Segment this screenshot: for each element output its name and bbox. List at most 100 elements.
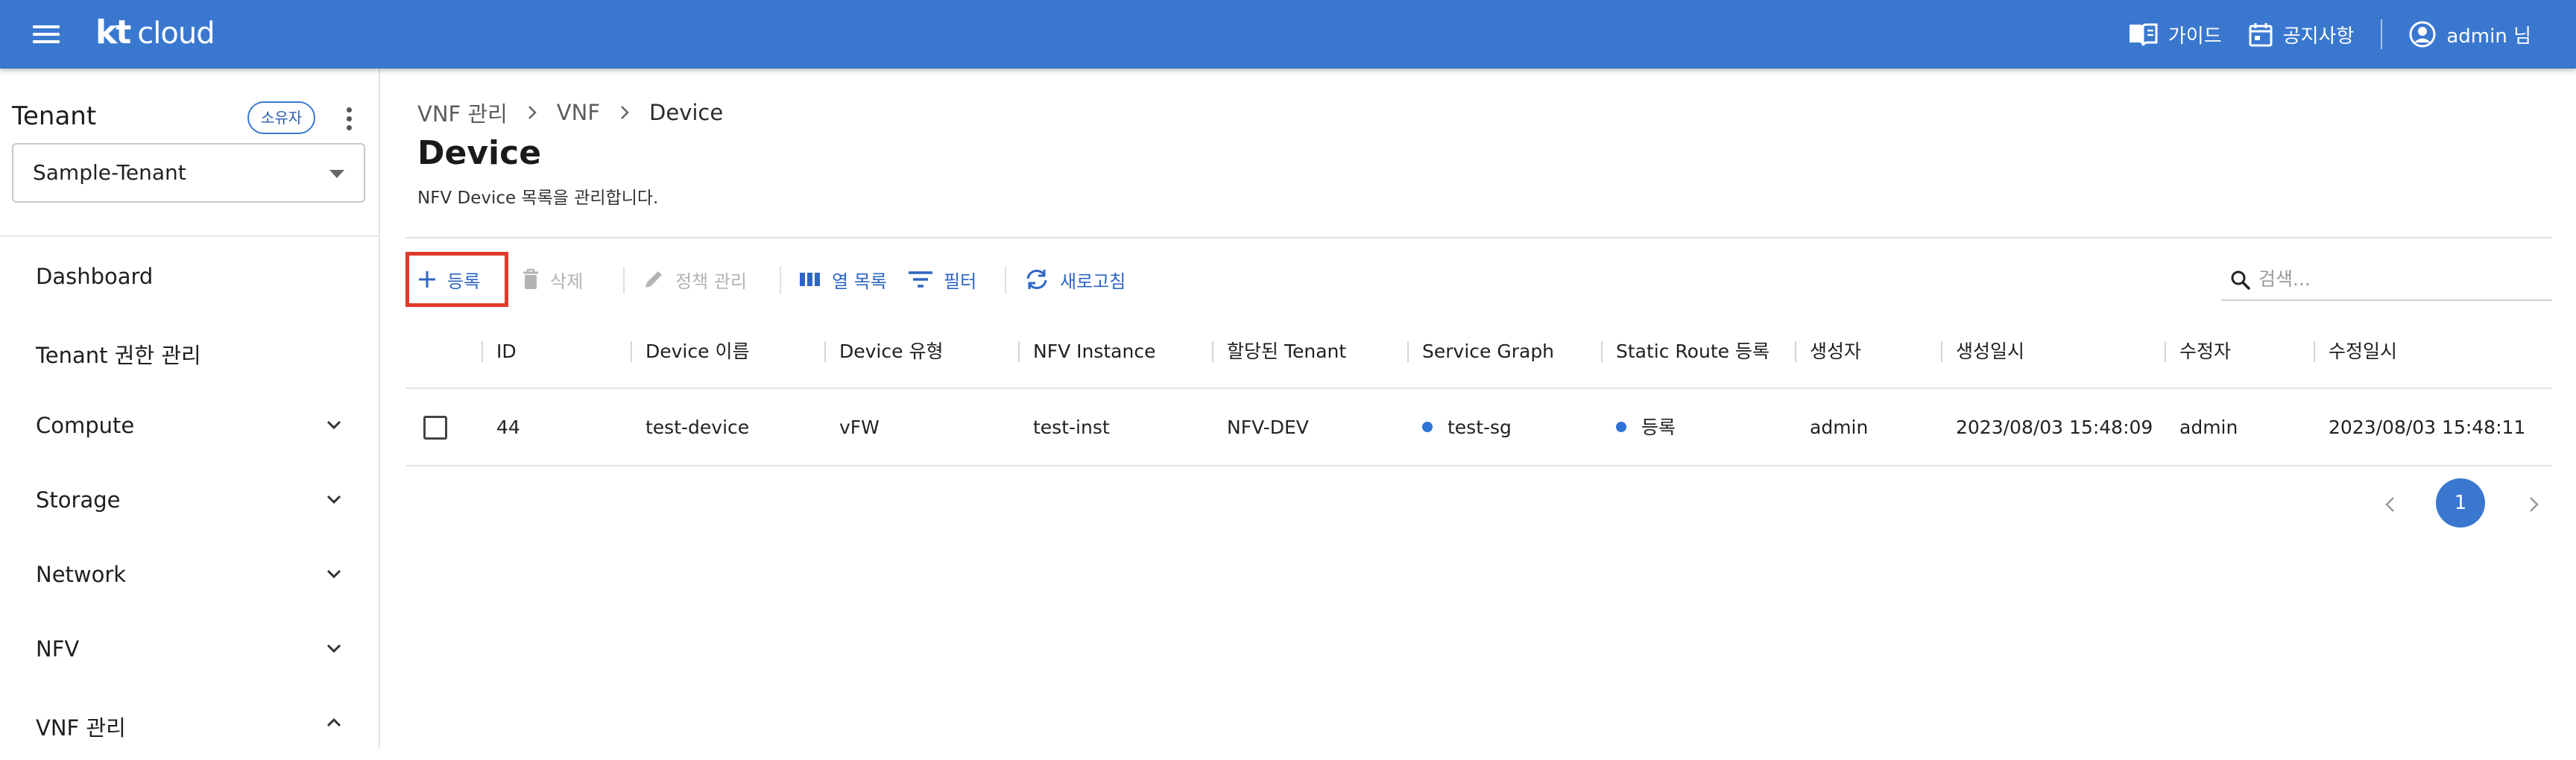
breadcrumb-item-vnf[interactable]: VNF [557, 100, 600, 125]
column-header-tenant[interactable]: 할당된 Tenant [1212, 314, 1346, 389]
notice-label: 공지사항 [2282, 25, 2355, 48]
column-header-id[interactable]: ID [482, 314, 517, 389]
chevron-down-icon [326, 495, 341, 504]
dropdown-caret-icon [329, 170, 344, 178]
sidebar-item-dashboard[interactable]: Dashboard [0, 238, 379, 313]
page-number-button[interactable]: 1 [2436, 478, 2485, 528]
header-divider [2381, 19, 2383, 49]
cell-creator: admin [1810, 417, 1869, 438]
menu-icon[interactable] [31, 22, 61, 46]
sidebar: Tenant 소유자 Sample-Tenant Dashboard Tenan… [0, 69, 380, 749]
status-dot [1616, 422, 1626, 432]
column-header-created-at[interactable]: 생성일시 [1941, 314, 2024, 389]
cell-device-type: vFW [839, 417, 880, 438]
pagination: 1 [2379, 478, 2543, 531]
trash-icon [523, 268, 538, 289]
refresh-icon [1026, 270, 1047, 289]
filter-list-icon [909, 271, 932, 288]
column-header-modifier[interactable]: 수정자 [2165, 314, 2231, 389]
cell-nfv-instance: test-inst [1033, 417, 1110, 438]
breadcrumb-item-vnf-management[interactable]: VNF 관리 [417, 97, 508, 128]
book-icon [2129, 23, 2158, 46]
logo-cloud-text: cloud [137, 16, 215, 51]
tenant-title: Tenant [12, 101, 97, 131]
sidebar-item-compute[interactable]: Compute [0, 387, 379, 462]
tenant-select-value: Sample-Tenant [33, 160, 186, 185]
sidebar-item-label: NFV [36, 636, 80, 662]
table-row[interactable]: 44 test-device vFW test-inst NFV-DEV tes… [405, 389, 2552, 466]
chevron-down-icon [326, 420, 341, 430]
sidebar-item-network[interactable]: Network [0, 536, 379, 611]
cell-modified-at: 2023/08/03 15:48:11 [2329, 417, 2526, 438]
guide-label: 가이드 [2168, 25, 2222, 48]
column-header-device-name[interactable]: Device 이름 [631, 314, 749, 389]
main-content: VNF 관리 VNF Device Device NFV Device 목록을 … [382, 69, 2576, 749]
refresh-label: 새로고침 [1060, 270, 1126, 292]
sidebar-divider [0, 235, 379, 237]
column-header-static-route[interactable]: Static Route 등록 [1601, 314, 1770, 389]
column-header-nfv-instance[interactable]: NFV Instance [1018, 314, 1155, 389]
policy-management-label: 정책 관리 [675, 270, 747, 292]
sidebar-item-label: Storage [36, 487, 121, 513]
columns-label: 열 목록 [832, 270, 887, 292]
column-header-device-type[interactable]: Device 유형 [824, 314, 943, 389]
filter-label: 필터 [944, 270, 977, 292]
chevron-left-icon[interactable] [2381, 495, 2400, 514]
delete-button[interactable]: 삭제 [522, 252, 583, 307]
sidebar-nav: Dashboard Tenant 권한 관리 Compute Storage N… [0, 238, 379, 760]
top-app-bar: kt cloud 가이드 공지사항 admin 님 [0, 0, 2576, 69]
sidebar-item-nfv[interactable]: NFV [0, 611, 379, 685]
cell-service-graph-value: test-sg [1448, 417, 1512, 438]
sidebar-item-label: Dashboard [36, 264, 154, 289]
sidebar-item-label: Network [36, 562, 127, 587]
chevron-right-icon[interactable] [2524, 495, 2543, 514]
device-table: ID Device 이름 Device 유형 NFV Instance 할당된 … [405, 314, 2552, 466]
cell-tenant: NFV-DEV [1227, 417, 1309, 438]
search-icon [2231, 270, 2251, 291]
filter-button[interactable]: 필터 [908, 252, 976, 307]
tenant-select[interactable]: Sample-Tenant [12, 143, 365, 203]
sidebar-item-vnf-management[interactable]: VNF 관리 [0, 685, 379, 760]
cell-device-name: test-device [645, 417, 750, 438]
row-checkbox[interactable] [423, 416, 447, 440]
register-button[interactable]: 등록 [405, 252, 508, 307]
page-description: NFV Device 목록을 관리합니다. [417, 189, 659, 208]
cell-static-route: 등록 [1601, 389, 1676, 466]
cell-service-graph: test-sg [1407, 389, 1512, 466]
user-menu[interactable]: admin 님 [2409, 21, 2531, 48]
logo-kt-text: kt [95, 13, 131, 51]
sidebar-item-tenant-permission[interactable]: Tenant 권한 관리 [0, 313, 379, 387]
calendar-icon [2249, 23, 2273, 47]
column-header-modified-at[interactable]: 수정일시 [2314, 314, 2397, 389]
sidebar-item-label: Compute [36, 413, 135, 438]
delete-label: 삭제 [550, 270, 584, 292]
notice-link[interactable]: 공지사항 [2249, 21, 2355, 48]
sidebar-item-label: Tenant 권한 관리 [36, 343, 201, 368]
sidebar-item-storage[interactable]: Storage [0, 462, 379, 536]
status-dot [1422, 422, 1433, 432]
kt-cloud-logo[interactable]: kt cloud [95, 13, 215, 55]
toolbar-divider [1005, 267, 1006, 294]
breadcrumb: VNF 관리 VNF Device [417, 97, 723, 128]
columns-button[interactable]: 열 목록 [799, 252, 887, 307]
chevron-right-icon [621, 106, 629, 119]
chevron-right-icon [528, 106, 537, 119]
refresh-button[interactable]: 새로고침 [1024, 252, 1126, 307]
cell-static-route-value: 등록 [1641, 417, 1676, 438]
breadcrumb-item-device: Device [649, 100, 724, 125]
guide-link[interactable]: 가이드 [2128, 21, 2222, 48]
user-label: admin 님 [2446, 25, 2531, 48]
chevron-down-icon [326, 644, 341, 653]
pencil-icon [645, 271, 662, 288]
column-header-creator[interactable]: 생성자 [1795, 314, 1861, 389]
policy-management-button[interactable]: 정책 관리 [643, 252, 747, 307]
chevron-up-icon [326, 718, 341, 727]
page-title: Device [417, 134, 542, 172]
account-circle-icon [2409, 21, 2436, 48]
owner-badge: 소유자 [247, 101, 316, 134]
more-vert-icon[interactable] [340, 104, 358, 134]
column-header-service-graph[interactable]: Service Graph [1407, 314, 1554, 389]
search-input[interactable] [2258, 264, 2542, 294]
toolbar-divider [780, 267, 781, 294]
search-field[interactable] [2221, 258, 2552, 301]
